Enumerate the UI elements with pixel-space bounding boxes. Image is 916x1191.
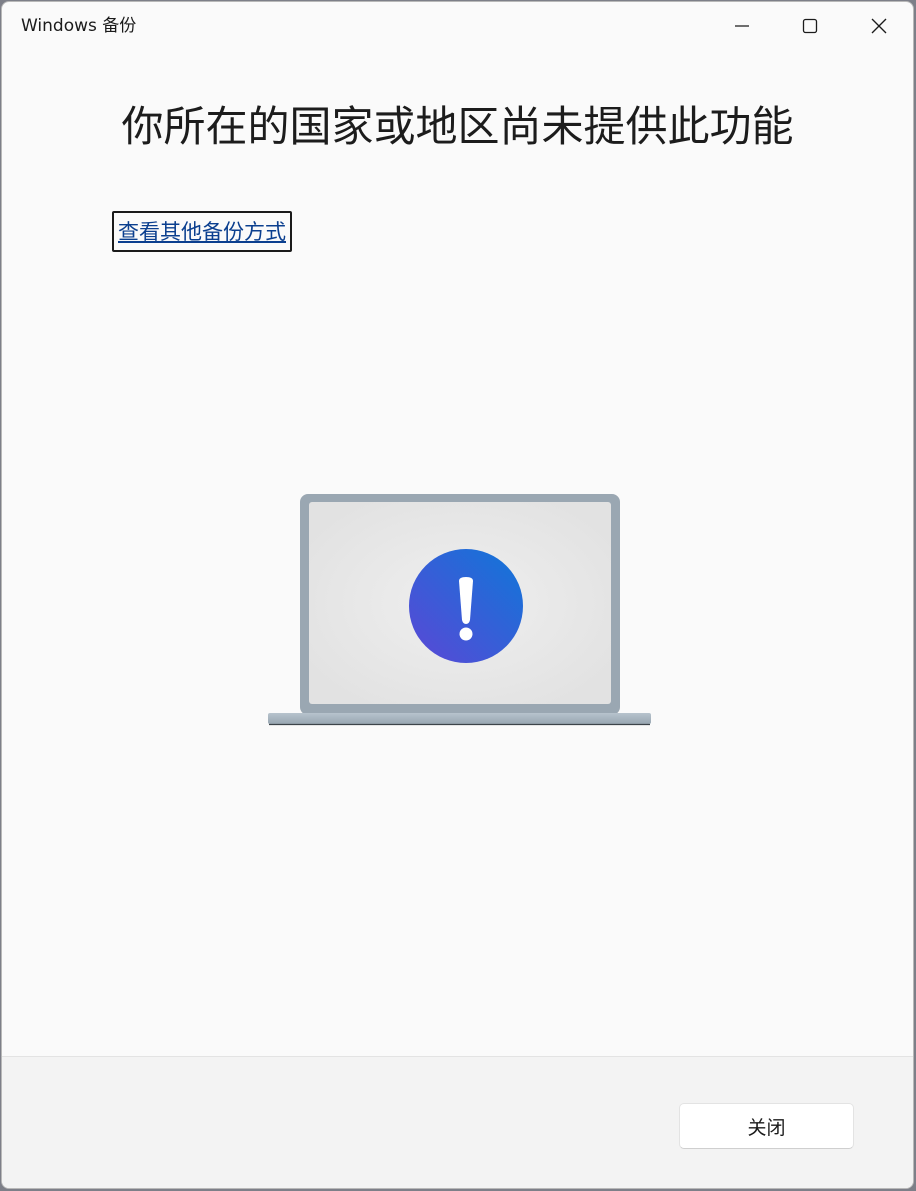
window-title: Windows 备份 xyxy=(21,16,137,36)
maximize-icon xyxy=(802,18,818,34)
backup-window: Windows 备份 你所在的国家或地区尚未提供此功能 查看其他备份方式 关闭 xyxy=(1,1,914,1189)
other-backup-options-link[interactable]: 查看其他备份方式 xyxy=(118,219,286,245)
dialog-footer: 关闭 xyxy=(2,1056,913,1188)
exclamation-badge xyxy=(409,549,523,663)
laptop-base xyxy=(268,713,651,724)
close-window-button[interactable] xyxy=(845,2,913,50)
minimize-button[interactable] xyxy=(708,2,776,50)
title-bar[interactable]: Windows 备份 xyxy=(2,2,913,50)
maximize-button[interactable] xyxy=(776,2,844,50)
page-heading: 你所在的国家或地区尚未提供此功能 xyxy=(121,102,794,151)
minimize-icon xyxy=(735,25,749,27)
exclamation-icon xyxy=(459,577,473,641)
close-button[interactable]: 关闭 xyxy=(679,1103,854,1149)
laptop-alert-illustration xyxy=(268,494,651,726)
close-icon xyxy=(871,18,887,34)
other-backup-options-link-container[interactable]: 查看其他备份方式 xyxy=(112,211,292,252)
laptop-lid xyxy=(300,494,620,715)
laptop-screen xyxy=(309,502,611,704)
